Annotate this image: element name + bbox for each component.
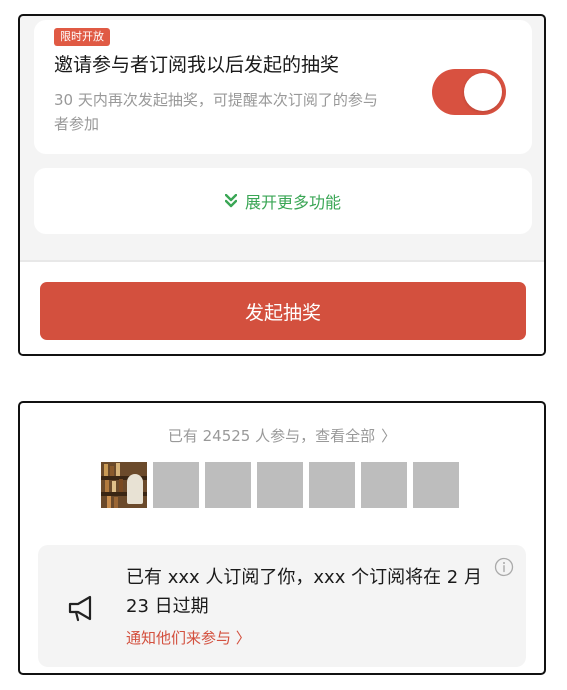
avatar[interactable] (101, 462, 147, 508)
expand-more-label: 展开更多功能 (244, 193, 341, 212)
invite-subscribe-card: 限时开放 邀请参与者订阅我以后发起的抽奖 30 天内再次发起抽奖，可提醒本次订阅… (34, 20, 532, 154)
toggle-knob (464, 73, 502, 111)
avatar[interactable] (309, 462, 355, 508)
chevron-right-icon: 〉 (381, 427, 397, 445)
start-lottery-button[interactable]: 发起抽奖 (40, 282, 526, 340)
participants-panel: 已有 24525 人参与，查看全部〉 已有 xxx 人订阅了你，xxx 个订阅将… (18, 401, 546, 675)
notify-subscribers-link[interactable]: 通知他们来参与 〉 (126, 627, 251, 648)
notice-message: 已有 xxx 人订阅了你，xxx 个订阅将在 2 月 23 日过期 (126, 567, 482, 617)
subscription-notice: 已有 xxx 人订阅了你，xxx 个订阅将在 2 月 23 日过期 通知他们来参… (38, 545, 526, 667)
avatar[interactable] (205, 462, 251, 508)
info-icon[interactable] (494, 557, 514, 577)
megaphone-icon (68, 595, 92, 622)
double-chevron-down-icon (224, 194, 237, 208)
avatar[interactable] (413, 462, 459, 508)
action-bar: 发起抽奖 (20, 262, 544, 354)
lottery-settings-panel: 限时开放 邀请参与者订阅我以后发起的抽奖 30 天内再次发起抽奖，可提醒本次订阅… (18, 14, 546, 356)
expand-more-button[interactable]: 展开更多功能 (34, 168, 532, 234)
participants-summary: 已有 24525 人参与，查看全部 (167, 427, 376, 445)
invite-title: 邀请参与者订阅我以后发起的抽奖 (54, 54, 340, 76)
avatar[interactable] (361, 462, 407, 508)
limited-badge: 限时开放 (54, 28, 110, 46)
avatar[interactable] (257, 462, 303, 508)
avatar-list (101, 462, 459, 508)
invite-description: 30 天内再次发起抽奖，可提醒本次订阅了的参与者参加 (54, 91, 378, 133)
avatar[interactable] (153, 462, 199, 508)
view-all-participants-link[interactable]: 已有 24525 人参与，查看全部〉 (20, 425, 544, 446)
invite-toggle[interactable] (432, 69, 506, 115)
